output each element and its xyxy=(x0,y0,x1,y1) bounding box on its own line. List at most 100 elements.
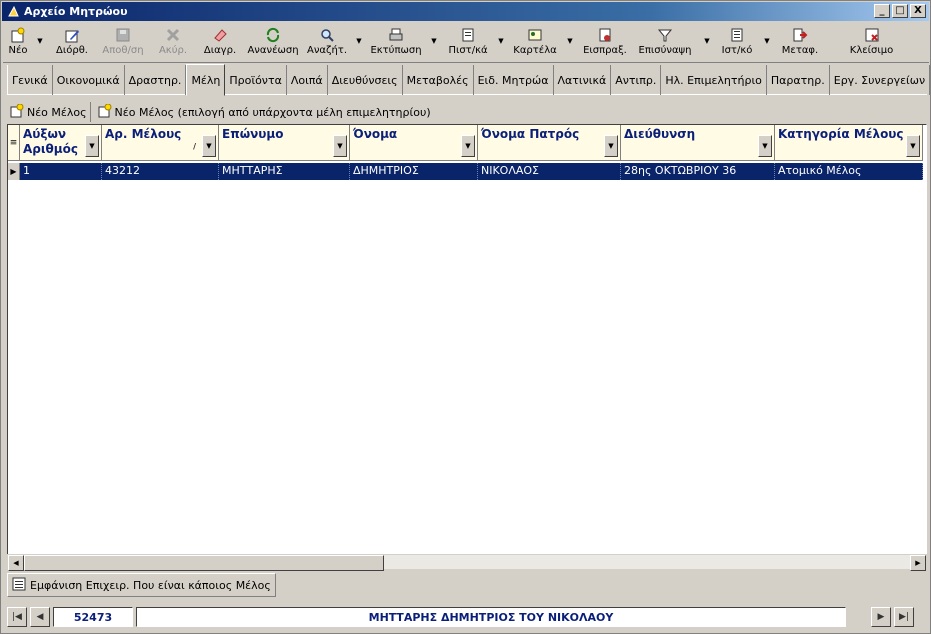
certificate-icon xyxy=(458,26,478,44)
new-member-icon xyxy=(10,103,24,121)
header-category[interactable]: Κατηγορία Μέλους ▼ xyxy=(775,125,923,161)
minimize-button[interactable]: _ xyxy=(874,4,890,18)
summary-button[interactable]: Επισύναψη xyxy=(631,23,699,63)
history-icon xyxy=(727,26,747,44)
chevron-down-icon[interactable]: ▼ xyxy=(85,135,99,157)
header-serial[interactable]: Αύξων Αριθμός ▼ xyxy=(20,125,102,161)
list-icon xyxy=(12,577,26,594)
window-title: Αρχείο Μητρώου xyxy=(24,5,128,18)
next-record-icon[interactable]: ▶ xyxy=(871,607,891,627)
card-dropdown[interactable]: ▼ xyxy=(561,23,579,63)
scroll-thumb[interactable] xyxy=(24,555,384,571)
cell-serial[interactable]: 1 xyxy=(20,163,102,180)
grid-menu-icon[interactable]: ≡ xyxy=(8,125,20,161)
tab-representatives[interactable]: Αντιπρ. xyxy=(611,65,662,95)
cancel-icon xyxy=(163,26,183,44)
first-record-icon[interactable]: |◀ xyxy=(7,607,27,627)
cell-address[interactable]: 28ης ΟΚΤΩΒΡΙΟΥ 36 xyxy=(621,163,775,180)
tab-latin[interactable]: Λατινικά xyxy=(554,65,612,95)
transfer-icon xyxy=(790,26,810,44)
card-button[interactable]: Καρτέλα xyxy=(509,23,561,63)
print-button[interactable]: Εκτύπωση xyxy=(367,23,425,63)
printer-icon xyxy=(386,26,406,44)
edit-button[interactable]: Διόρθ. xyxy=(47,23,97,63)
cell-category[interactable]: Ατομικό Μέλος xyxy=(775,163,923,180)
sort-indicator-icon: / xyxy=(193,142,196,151)
certificate-dropdown[interactable]: ▼ xyxy=(493,23,509,63)
delete-button[interactable]: Διαγρ. xyxy=(197,23,243,63)
app-icon xyxy=(6,5,20,19)
print-dropdown[interactable]: ▼ xyxy=(425,23,443,63)
last-record-icon[interactable]: ▶| xyxy=(894,607,914,627)
save-button[interactable]: Αποθ/ση xyxy=(97,23,149,63)
certificate-button[interactable]: Πιστ/κά xyxy=(443,23,493,63)
tab-other[interactable]: Λοιπά xyxy=(287,65,328,95)
new-member-button[interactable]: Νέο Μέλος xyxy=(7,102,91,122)
transfer-button[interactable]: Μεταφ. xyxy=(775,23,825,63)
horizontal-scrollbar[interactable]: ◀ ▶ xyxy=(7,554,927,571)
row-pointer-icon: ▶ xyxy=(8,163,20,180)
header-surname[interactable]: Επώνυμο ▼ xyxy=(219,125,350,161)
scroll-track[interactable] xyxy=(384,555,910,569)
refresh-button[interactable]: Ανανέωση xyxy=(243,23,303,63)
tab-e-chamber[interactable]: Ηλ. Επιμελητήριο xyxy=(661,65,767,95)
cell-father-name[interactable]: ΝΙΚΟΛΑΟΣ xyxy=(478,163,621,180)
tab-special-registries[interactable]: Ειδ. Μητρώα xyxy=(474,65,554,95)
cell-surname[interactable]: ΜΗΤΤΑΡΗΣ xyxy=(219,163,350,180)
record-name: ΜΗΤΤΑΡΗΣ ΔΗΜΗΤΡΙΟΣ ΤΟΥ ΝΙΚΟΛΑΟΥ xyxy=(136,607,846,627)
search-dropdown[interactable]: ▼ xyxy=(351,23,367,63)
cell-name[interactable]: ΔΗΜΗΤΡΙΟΣ xyxy=(350,163,478,180)
new-dropdown[interactable]: ▼ xyxy=(33,23,47,63)
grid-header: ≡ Αύξων Αριθμός ▼ Αρ. Μέλους / ▼ Επώνυμο… xyxy=(8,125,923,161)
chevron-down-icon[interactable]: ▼ xyxy=(333,135,347,157)
header-father-name[interactable]: Όνομα Πατρός ▼ xyxy=(478,125,621,161)
title-bar: Αρχείο Μητρώου _ □ X xyxy=(2,2,929,21)
maximize-button[interactable]: □ xyxy=(892,4,908,18)
tab-strip: Γενικά Οικονομικά Δραστηρ. Μέλη Προϊόντα… xyxy=(7,64,931,96)
tab-activity[interactable]: Δραστηρ. xyxy=(125,65,187,95)
summary-dropdown[interactable]: ▼ xyxy=(699,23,715,63)
tab-members[interactable]: Μέλη xyxy=(186,64,226,96)
table-row[interactable]: ▶ 1 43212 ΜΗΤΤΑΡΗΣ ΔΗΜΗΤΡΙΟΣ ΝΙΚΟΛΑΟΣ 28… xyxy=(8,163,923,180)
cancel-button[interactable]: Ακύρ. xyxy=(149,23,197,63)
members-grid[interactable]: ≡ Αύξων Αριθμός ▼ Αρ. Μέλους / ▼ Επώνυμο… xyxy=(7,124,927,569)
close-button[interactable]: Κλείσιμο xyxy=(825,23,918,63)
chevron-down-icon[interactable]: ▼ xyxy=(604,135,618,157)
tab-financial[interactable]: Οικονομικά xyxy=(53,65,125,95)
eraser-icon xyxy=(210,26,230,44)
refresh-icon xyxy=(263,26,283,44)
tab-general[interactable]: Γενικά xyxy=(7,65,53,95)
scroll-right-icon[interactable]: ▶ xyxy=(910,555,926,571)
chevron-down-icon[interactable]: ▼ xyxy=(202,135,216,157)
search-button[interactable]: Αναζήτ. xyxy=(303,23,351,63)
history-button[interactable]: Ιστ/κό xyxy=(715,23,759,63)
show-businesses-button[interactable]: Εμφάνιση Επιχειρ. Που είναι κάποιος Μέλο… xyxy=(7,573,276,597)
new-icon xyxy=(8,26,28,44)
cell-member-no[interactable]: 43212 xyxy=(102,163,219,180)
tab-addresses[interactable]: Διευθύνσεις xyxy=(328,65,403,95)
new-button[interactable]: Νέο xyxy=(3,23,33,63)
card-icon xyxy=(525,26,545,44)
tab-notes[interactable]: Παρατηρ. xyxy=(767,65,830,95)
receipt-button[interactable]: Εισπραξ. xyxy=(579,23,631,63)
chevron-down-icon[interactable]: ▼ xyxy=(906,135,920,157)
tab-workshops[interactable]: Εργ. Συνεργείων xyxy=(830,65,931,95)
scroll-left-icon[interactable]: ◀ xyxy=(8,555,24,571)
chevron-down-icon[interactable]: ▼ xyxy=(461,135,475,157)
save-icon xyxy=(113,26,133,44)
chevron-down-icon[interactable]: ▼ xyxy=(758,135,772,157)
toolbar: Νέο ▼ Διόρθ. Αποθ/ση Ακύρ. Διαγρ. Ανανέω… xyxy=(3,23,929,63)
tab-products[interactable]: Προϊόντα xyxy=(225,65,287,95)
new-member-existing-icon xyxy=(98,103,112,121)
header-name[interactable]: Όνομα ▼ xyxy=(350,125,478,161)
history-dropdown[interactable]: ▼ xyxy=(759,23,775,63)
search-icon xyxy=(317,26,337,44)
tab-changes[interactable]: Μεταβολές xyxy=(403,65,474,95)
new-member-existing-button[interactable]: Νέο Μέλος (επιλογή από υπάρχοντα μέλη επ… xyxy=(95,102,434,122)
close-window-button[interactable]: X xyxy=(910,4,926,18)
header-member-no[interactable]: Αρ. Μέλους / ▼ xyxy=(102,125,219,161)
prev-record-icon[interactable]: ◀ xyxy=(30,607,50,627)
header-address[interactable]: Διεύθυνση ▼ xyxy=(621,125,775,161)
close-doc-icon xyxy=(862,26,882,44)
funnel-icon xyxy=(655,26,675,44)
